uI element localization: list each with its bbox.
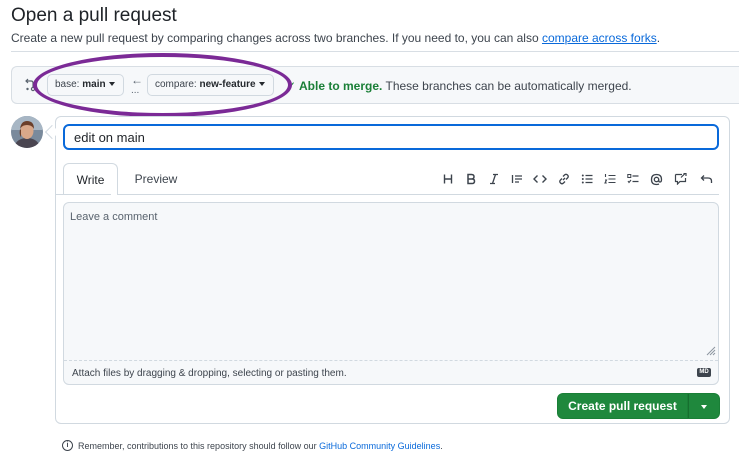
community-guidelines-note: i Remember, contributions to this reposi… [62, 440, 443, 451]
attach-files-hint[interactable]: Attach files by dragging & dropping, sel… [72, 368, 347, 379]
tab-preview[interactable]: Preview [123, 163, 189, 195]
guidelines-text: Remember, contributions to this reposito… [78, 440, 317, 451]
link-icon[interactable] [557, 171, 571, 187]
comment-textarea[interactable] [70, 211, 710, 356]
create-pull-request-button[interactable]: Create pull request [557, 393, 688, 419]
page-subtitle: Create a new pull request by comparing c… [11, 31, 660, 45]
mention-icon[interactable] [649, 171, 663, 187]
editor-tabs: Write Preview [63, 163, 719, 195]
resize-handle-icon[interactable] [706, 346, 716, 356]
markdown-icon[interactable]: MD [697, 368, 711, 377]
community-guidelines-link[interactable]: GitHub Community Guidelines [319, 441, 440, 451]
undo-icon[interactable] [699, 171, 713, 187]
avatar-image [11, 116, 43, 148]
header-divider [11, 51, 739, 52]
compare-across-forks-link[interactable]: compare across forks [542, 31, 657, 45]
pull-request-title-input[interactable] [63, 124, 719, 150]
italic-icon[interactable] [487, 171, 501, 187]
base-branch-dropdown[interactable]: base: main [47, 74, 124, 96]
bold-icon[interactable] [464, 171, 478, 187]
base-branch-value: main [82, 79, 106, 90]
page-title: Open a pull request [11, 5, 177, 26]
chevron-down-icon [258, 82, 265, 86]
compare-branch-label: compare: [155, 79, 197, 90]
code-icon[interactable] [533, 171, 547, 187]
git-compare-icon [25, 78, 36, 92]
unordered-list-icon[interactable] [580, 171, 594, 187]
compare-branch-value: new-feature [199, 79, 256, 90]
chevron-down-icon [108, 82, 115, 86]
tabbar-divider [55, 194, 111, 195]
subtitle-text: Create a new pull request by comparing c… [11, 31, 539, 45]
check-icon: ✓ [286, 79, 297, 93]
subtitle-period: . [656, 31, 661, 45]
ellipsis-icon: ... [131, 85, 140, 96]
heading-icon[interactable] [441, 171, 455, 187]
merge-status-description: These branches can be automatically merg… [385, 79, 632, 93]
compare-branch-dropdown[interactable]: compare: new-feature [147, 74, 274, 96]
avatar[interactable] [11, 116, 43, 148]
create-pull-request-dropdown[interactable] [688, 393, 720, 419]
info-icon: i [62, 440, 73, 451]
task-list-icon[interactable] [626, 171, 640, 187]
guidelines-period: . [440, 440, 443, 451]
chevron-down-icon [701, 405, 707, 409]
merge-status: Able to merge. These branches can be aut… [299, 79, 632, 93]
branch-range-bar: base: main ← ... compare: new-feature ✓ … [11, 66, 739, 104]
quote-icon[interactable] [510, 171, 524, 187]
ordered-list-icon[interactable] [603, 171, 617, 187]
attach-divider [64, 360, 718, 361]
comment-editor: Attach files by dragging & dropping, sel… [63, 202, 719, 385]
base-branch-label: base: [55, 79, 80, 90]
merge-status-title: Able to merge. [299, 79, 383, 93]
reference-icon[interactable] [673, 171, 687, 187]
tab-write[interactable]: Write [63, 163, 118, 195]
tabbar-divider [118, 194, 719, 195]
